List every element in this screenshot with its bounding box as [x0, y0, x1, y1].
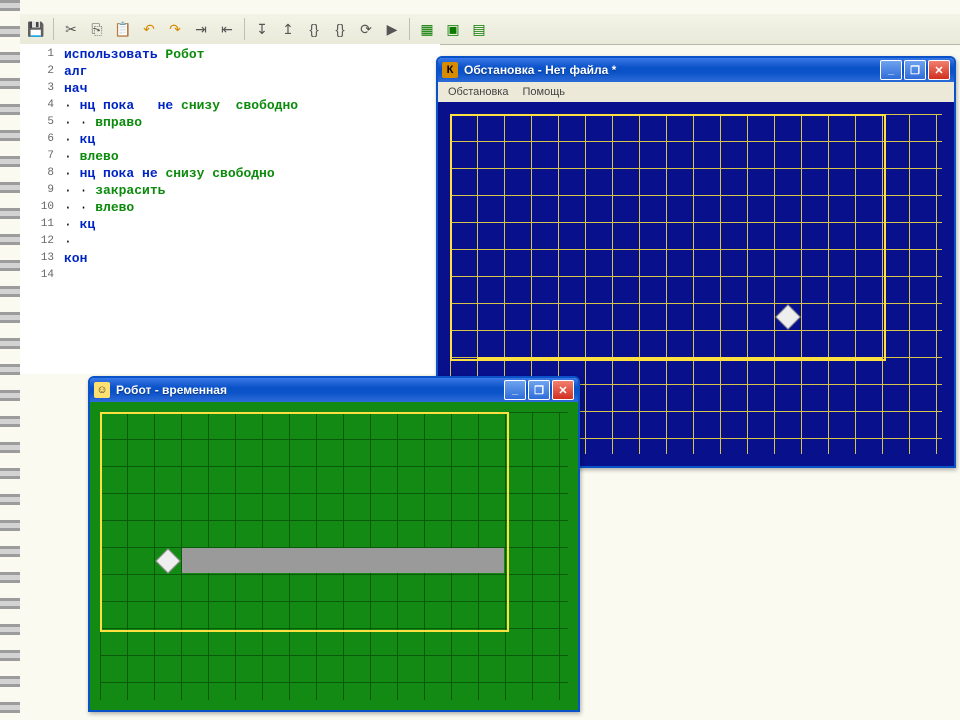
robot-window[interactable]: ☺ Робот - временная _ ❐ ✕ [88, 376, 580, 712]
grid-icon[interactable]: ▦ [415, 17, 439, 41]
filled-cells [182, 548, 504, 573]
code-area[interactable]: использовать Роботалгнач· нц пока не сни… [64, 44, 440, 374]
gutter: 1234567891011121314 [20, 44, 60, 374]
outdent-icon[interactable]: ⇤ [215, 17, 239, 41]
step-out-icon[interactable]: ↥ [276, 17, 300, 41]
close-button[interactable]: ✕ [552, 380, 574, 400]
cut-icon[interactable]: ✂ [59, 17, 83, 41]
env-title: Обстановка - Нет файла * [464, 63, 880, 77]
menu-help[interactable]: Помощь [522, 86, 565, 98]
redo-icon[interactable]: ↷ [163, 17, 187, 41]
brace-l-icon[interactable]: {} [302, 17, 326, 41]
paste-icon[interactable]: 📋 [111, 17, 135, 41]
loop-icon[interactable]: ⟳ [354, 17, 378, 41]
app-icon: К [442, 62, 458, 78]
run-icon[interactable]: ▶ [380, 17, 404, 41]
robot-title: Робот - временная [116, 383, 504, 397]
minimize-button[interactable]: _ [504, 380, 526, 400]
minimize-button[interactable]: _ [880, 60, 902, 80]
maximize-button[interactable]: ❐ [528, 380, 550, 400]
save-icon[interactable]: 💾 [24, 17, 48, 41]
menu-env[interactable]: Обстановка [448, 86, 508, 98]
app-icon: ☺ [94, 382, 110, 398]
robot-titlebar[interactable]: ☺ Робот - временная _ ❐ ✕ [90, 378, 578, 402]
maximize-button[interactable]: ❐ [904, 60, 926, 80]
step-in-icon[interactable]: ↧ [250, 17, 274, 41]
copy-icon[interactable]: ⎘ [85, 17, 109, 41]
robot-field[interactable] [90, 402, 578, 710]
spiral-binding [0, 0, 20, 720]
wall-segment [477, 357, 882, 359]
env-titlebar[interactable]: К Обстановка - Нет файла * _ ❐ ✕ [438, 58, 954, 82]
panel-icon[interactable]: ▣ [441, 17, 465, 41]
code-editor[interactable]: 1234567891011121314 использовать Роботал… [20, 44, 440, 374]
close-button[interactable]: ✕ [928, 60, 950, 80]
env-menubar: Обстановка Помощь [438, 82, 954, 103]
undo-icon[interactable]: ↶ [137, 17, 161, 41]
toolbar: 💾 ✂ ⎘ 📋 ↶ ↷ ⇥ ⇤ ↧ ↥ {} {} ⟳ ▶ ▦ ▣ ▤ [20, 14, 960, 45]
brace-r-icon[interactable]: {} [328, 17, 352, 41]
indent-icon[interactable]: ⇥ [189, 17, 213, 41]
wall-rect [450, 114, 886, 361]
wall-rect [100, 412, 509, 632]
add-icon[interactable]: ▤ [467, 17, 491, 41]
